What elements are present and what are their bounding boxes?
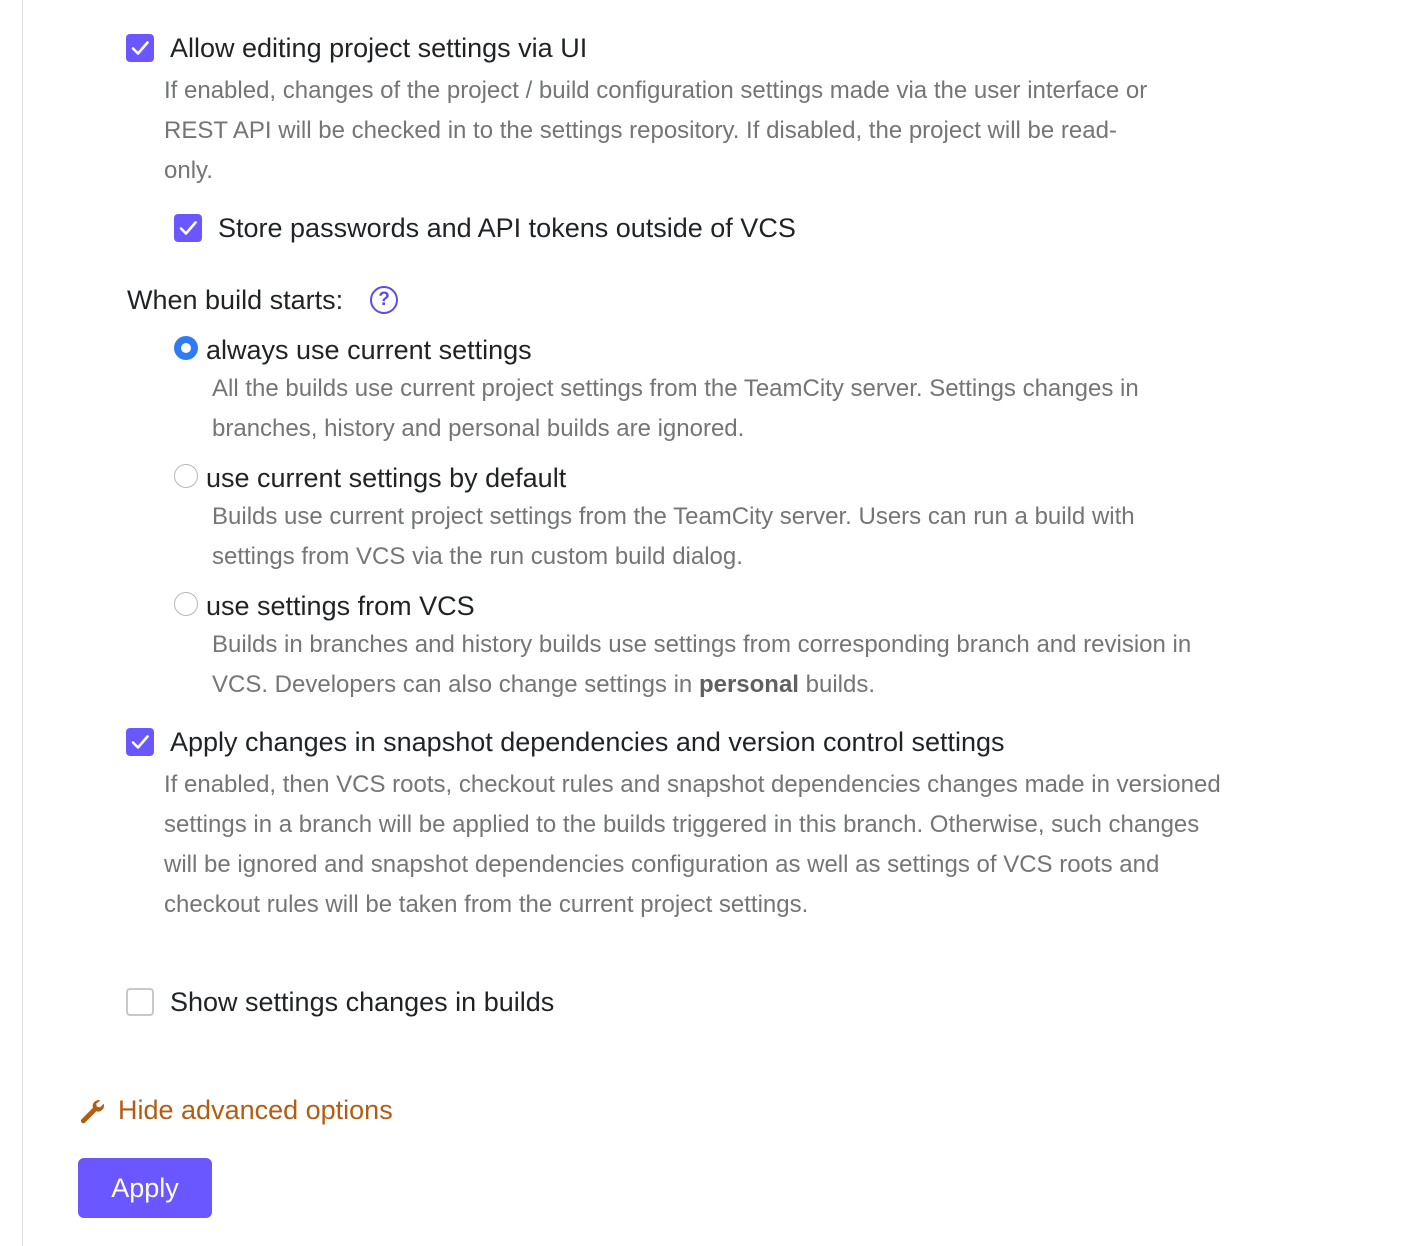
radio-use-current-by-default[interactable] xyxy=(174,464,198,488)
left-border xyxy=(22,0,23,1246)
description-emphasis: personal xyxy=(698,671,799,698)
radio-use-current-by-default-description: Builds use current project settings from… xyxy=(212,503,1135,570)
show-changes-checkbox[interactable] xyxy=(126,988,154,1016)
hide-advanced-options-link[interactable]: Hide advanced options xyxy=(118,1094,393,1126)
when-build-starts-label: When build starts: xyxy=(127,285,344,315)
wrench-icon[interactable] xyxy=(78,1097,106,1125)
radio-always-use-current[interactable] xyxy=(174,336,198,360)
apply-changes-label[interactable]: Apply changes in snapshot dependencies a… xyxy=(170,726,1005,758)
radio-use-current-by-default-label[interactable]: use current settings by default xyxy=(206,462,566,494)
allow-editing-description: If enabled, changes of the project / bui… xyxy=(164,77,1148,184)
description-text-end: builds. xyxy=(798,671,876,698)
show-changes-label[interactable]: Show settings changes in builds xyxy=(170,986,554,1018)
allow-editing-label[interactable]: Allow editing project settings via UI xyxy=(170,32,587,64)
question-circle-icon[interactable]: ? xyxy=(370,286,398,314)
radio-always-use-current-description: All the builds use current project setti… xyxy=(212,375,1139,442)
radio-use-settings-from-vcs-description: Builds in branches and history builds us… xyxy=(212,625,1202,705)
checkmark-icon xyxy=(179,221,197,235)
apply-changes-description: If enabled, then VCS roots, checkout rul… xyxy=(164,771,1221,918)
store-passwords-label[interactable]: Store passwords and API tokens outside o… xyxy=(218,212,796,244)
radio-always-use-current-label[interactable]: always use current settings xyxy=(206,334,532,366)
checkmark-icon xyxy=(131,41,149,55)
apply-changes-checkbox[interactable] xyxy=(126,728,154,756)
apply-button[interactable]: Apply xyxy=(78,1158,212,1218)
radio-use-settings-from-vcs-label[interactable]: use settings from VCS xyxy=(206,590,475,622)
checkmark-icon xyxy=(131,735,149,749)
store-passwords-checkbox[interactable] xyxy=(174,214,202,242)
radio-use-settings-from-vcs[interactable] xyxy=(174,592,198,616)
allow-editing-checkbox[interactable] xyxy=(126,34,154,62)
